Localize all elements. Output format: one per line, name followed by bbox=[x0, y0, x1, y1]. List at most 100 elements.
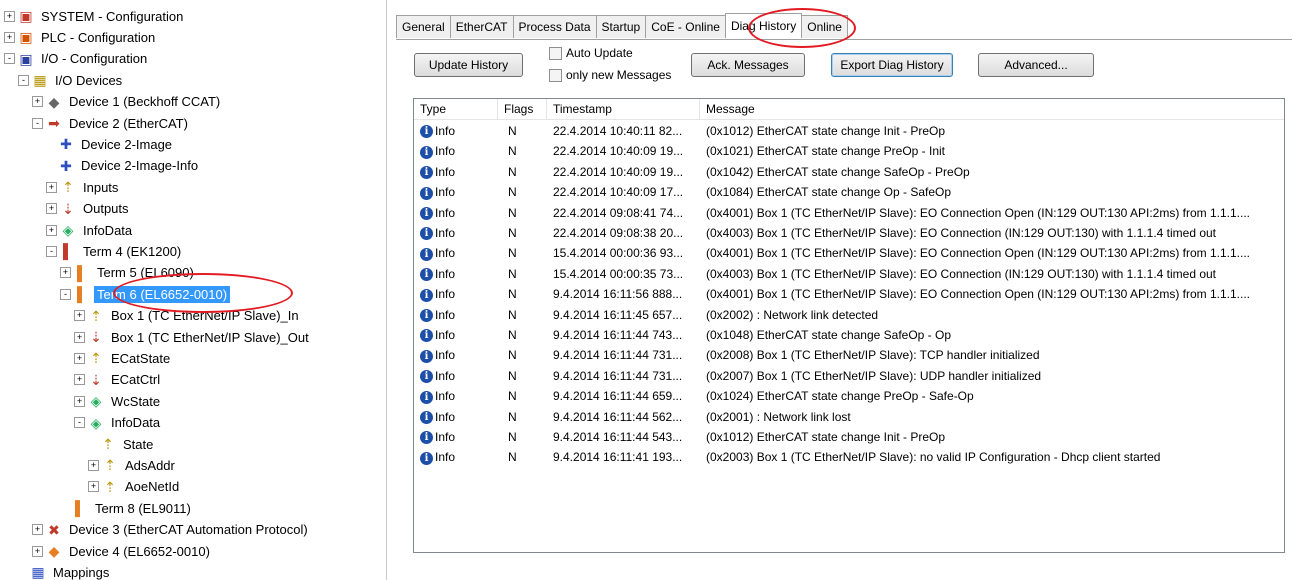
table-row[interactable]: i Info N 22.4.2014 10:40:11 82... (0x1012) E… bbox=[414, 121, 1284, 141]
tree-item[interactable]: + ⇣ ECatCtrl bbox=[74, 370, 163, 390]
collapse-icon[interactable]: - bbox=[18, 74, 29, 86]
type-cell: i Info bbox=[420, 121, 496, 141]
export-diag-history-button[interactable]: Export Diag History bbox=[831, 53, 953, 77]
column-header-timestamp[interactable]: Timestamp bbox=[547, 99, 700, 119]
tree-item[interactable]: - ▌ Term 6 (EL6652-0010) bbox=[60, 284, 231, 304]
message-cell: (0x1042) EtherCAT state change SafeOp - … bbox=[706, 164, 970, 179]
tree-item[interactable]: - ◈ InfoData bbox=[74, 413, 163, 433]
tab-process-data[interactable]: Process Data bbox=[512, 15, 597, 38]
expand-icon[interactable]: + bbox=[46, 224, 57, 236]
tree-item[interactable]: + ◆ Device 1 (Beckhoff CCAT) bbox=[32, 92, 223, 112]
tree-item[interactable]: ✚ Device 2-Image bbox=[46, 134, 175, 154]
expand-icon[interactable]: + bbox=[32, 545, 43, 557]
expand-icon[interactable]: + bbox=[74, 310, 85, 322]
tree-item[interactable]: + ⇡ Box 1 (TC EtherNet/IP Slave)_In bbox=[74, 306, 302, 326]
tree-item[interactable]: + ⇡ Inputs bbox=[46, 177, 121, 197]
tree-item[interactable]: + ⇡ AdsAddr bbox=[88, 455, 178, 475]
table-row[interactable]: i Info N 15.4.2014 00:00:36 93... (0x4001) B… bbox=[414, 243, 1284, 263]
tree-item[interactable]: + ⇡ AoeNetId bbox=[88, 477, 182, 497]
table-row[interactable]: i Info N 9.4.2014 16:11:41 193... (0x2003) B… bbox=[414, 447, 1284, 467]
ack-messages-button[interactable]: Ack. Messages bbox=[691, 53, 805, 77]
tree-item-label: Device 2-Image-Info bbox=[81, 158, 199, 174]
table-row[interactable]: i Info N 9.4.2014 16:11:44 743... (0x1048) E… bbox=[414, 325, 1284, 345]
expand-icon[interactable]: + bbox=[4, 31, 15, 43]
info-icon: i bbox=[420, 145, 433, 159]
tree-item[interactable]: + ◈ InfoData bbox=[46, 220, 135, 240]
timestamp-cell: 15.4.2014 00:00:36 93... bbox=[553, 246, 684, 261]
tree-item[interactable]: + ✖ Device 3 (EtherCAT Automation Protocol… bbox=[32, 520, 311, 540]
advanced-button[interactable]: Advanced... bbox=[978, 53, 1094, 77]
tree-item[interactable]: ▦ Mappings bbox=[18, 562, 112, 580]
auto-update-checkbox[interactable]: Auto Update bbox=[549, 46, 633, 60]
tree-item[interactable]: + ⇣ Box 1 (TC EtherNet/IP Slave)_Out bbox=[74, 327, 312, 347]
tree-item[interactable]: + ◈ WcState bbox=[74, 391, 163, 411]
type-label: Info bbox=[435, 430, 456, 444]
table-row[interactable]: i Info N 22.4.2014 10:40:09 19... (0x1021) E… bbox=[414, 141, 1284, 161]
type-cell: i Info bbox=[420, 407, 496, 427]
table-row[interactable]: i Info N 22.4.2014 09:08:38 20... (0x4003) B… bbox=[414, 223, 1284, 243]
expand-icon[interactable]: + bbox=[74, 395, 85, 407]
column-header-flags[interactable]: Flags bbox=[498, 99, 547, 119]
tree-item[interactable]: + ⇣ Outputs bbox=[46, 199, 132, 219]
table-row[interactable]: i Info N 22.4.2014 09:08:41 74... (0x4001) B… bbox=[414, 203, 1284, 223]
tree-item[interactable]: - ▦ I/O Devices bbox=[18, 70, 125, 90]
tree-item[interactable]: + ▌ Term 5 (EL6090) bbox=[60, 263, 197, 283]
solution-tree[interactable]: + ▣ SYSTEM - Configuration + ▣ PLC - Configur… bbox=[0, 0, 383, 580]
tab-startup[interactable]: Startup bbox=[595, 15, 647, 38]
table-row[interactable]: i Info N 9.4.2014 16:11:44 731... (0x2007) B… bbox=[414, 366, 1284, 386]
update-history-button[interactable]: Update History bbox=[414, 53, 523, 77]
table-row[interactable]: i Info N 9.4.2014 16:11:44 659... (0x1024) E… bbox=[414, 386, 1284, 406]
tree-item[interactable]: - ▌ Term 4 (EK1200) bbox=[46, 241, 184, 261]
tree-item[interactable]: + ◆ Device 4 (EL6652-0010) bbox=[32, 541, 213, 561]
tab-online[interactable]: Online bbox=[801, 15, 848, 38]
expand-icon[interactable]: + bbox=[32, 524, 43, 536]
expand-icon[interactable]: + bbox=[46, 181, 57, 193]
expand-icon[interactable]: + bbox=[74, 331, 85, 343]
only-new-messages-checkbox[interactable]: only new Messages bbox=[549, 68, 671, 82]
panel-splitter[interactable] bbox=[386, 0, 387, 580]
collapse-icon[interactable]: - bbox=[46, 245, 57, 257]
message-cell: (0x1012) EtherCAT state change Init - Pr… bbox=[706, 124, 946, 138]
tree-item[interactable]: - ➡ Device 2 (EtherCAT) bbox=[32, 113, 191, 133]
collapse-icon[interactable]: - bbox=[32, 117, 43, 129]
expand-icon[interactable]: + bbox=[88, 459, 99, 471]
tree-item[interactable]: ⇡ State bbox=[88, 434, 156, 454]
tab-diag-history[interactable]: Diag History bbox=[724, 13, 803, 38]
tab-coe-online[interactable]: CoE - Online bbox=[645, 15, 726, 38]
table-row[interactable]: i Info N 15.4.2014 00:00:35 73... (0x4003) B… bbox=[414, 264, 1284, 284]
collapse-icon[interactable]: - bbox=[74, 417, 85, 429]
tab-ethercat[interactable]: EtherCAT bbox=[449, 15, 514, 38]
flags-cell: N bbox=[508, 246, 517, 261]
column-header-type[interactable]: Type bbox=[414, 99, 498, 119]
tree-item[interactable]: ▌ Term 8 (EL9011) bbox=[60, 498, 194, 518]
table-row[interactable]: i Info N 9.4.2014 16:11:45 657... (0x2002) :… bbox=[414, 305, 1284, 325]
end-terminal-icon: ▌ bbox=[75, 500, 85, 517]
table-row[interactable]: i Info N 9.4.2014 16:11:44 543... (0x1012) E… bbox=[414, 427, 1284, 447]
tree-item[interactable]: + ▣ SYSTEM - Configuration bbox=[4, 6, 186, 26]
table-row[interactable]: i Info N 22.4.2014 10:40:09 17... (0x1084) E… bbox=[414, 182, 1284, 202]
collapse-icon[interactable]: - bbox=[4, 53, 15, 65]
table-row[interactable]: i Info N 9.4.2014 16:11:56 888... (0x4001) B… bbox=[414, 284, 1284, 304]
expand-icon[interactable]: + bbox=[32, 96, 43, 108]
column-header-message[interactable]: Message bbox=[700, 99, 1284, 119]
info-icon: i bbox=[420, 166, 433, 180]
table-row[interactable]: i Info N 9.4.2014 16:11:44 562... (0x2001) :… bbox=[414, 407, 1284, 427]
table-row[interactable]: i Info N 22.4.2014 10:40:09 19... (0x1042) E… bbox=[414, 162, 1284, 182]
collapse-icon[interactable]: - bbox=[60, 288, 71, 300]
expand-icon[interactable]: + bbox=[4, 10, 15, 22]
expand-icon[interactable]: + bbox=[46, 203, 57, 215]
expand-icon[interactable]: + bbox=[60, 267, 71, 279]
tree-item[interactable]: - ▣ I/O - Configuration bbox=[4, 49, 150, 69]
tree-item[interactable]: ✚ Device 2-Image-Info bbox=[46, 156, 201, 176]
expand-icon[interactable]: + bbox=[88, 481, 99, 493]
expand-icon[interactable]: + bbox=[74, 374, 85, 386]
tree-item[interactable]: + ▣ PLC - Configuration bbox=[4, 27, 158, 47]
only-new-messages-box[interactable] bbox=[549, 68, 562, 82]
info-icon: i bbox=[420, 268, 433, 282]
table-row[interactable]: i Info N 9.4.2014 16:11:44 731... (0x2008) B… bbox=[414, 345, 1284, 365]
tab-general[interactable]: General bbox=[396, 15, 451, 38]
tree-item[interactable]: + ⇡ ECatState bbox=[74, 348, 173, 368]
auto-update-box[interactable] bbox=[549, 46, 562, 60]
diag-message-list[interactable]: Type Flags Timestamp Message i Info N 22.4.… bbox=[413, 98, 1285, 553]
expand-icon[interactable]: + bbox=[74, 352, 85, 364]
